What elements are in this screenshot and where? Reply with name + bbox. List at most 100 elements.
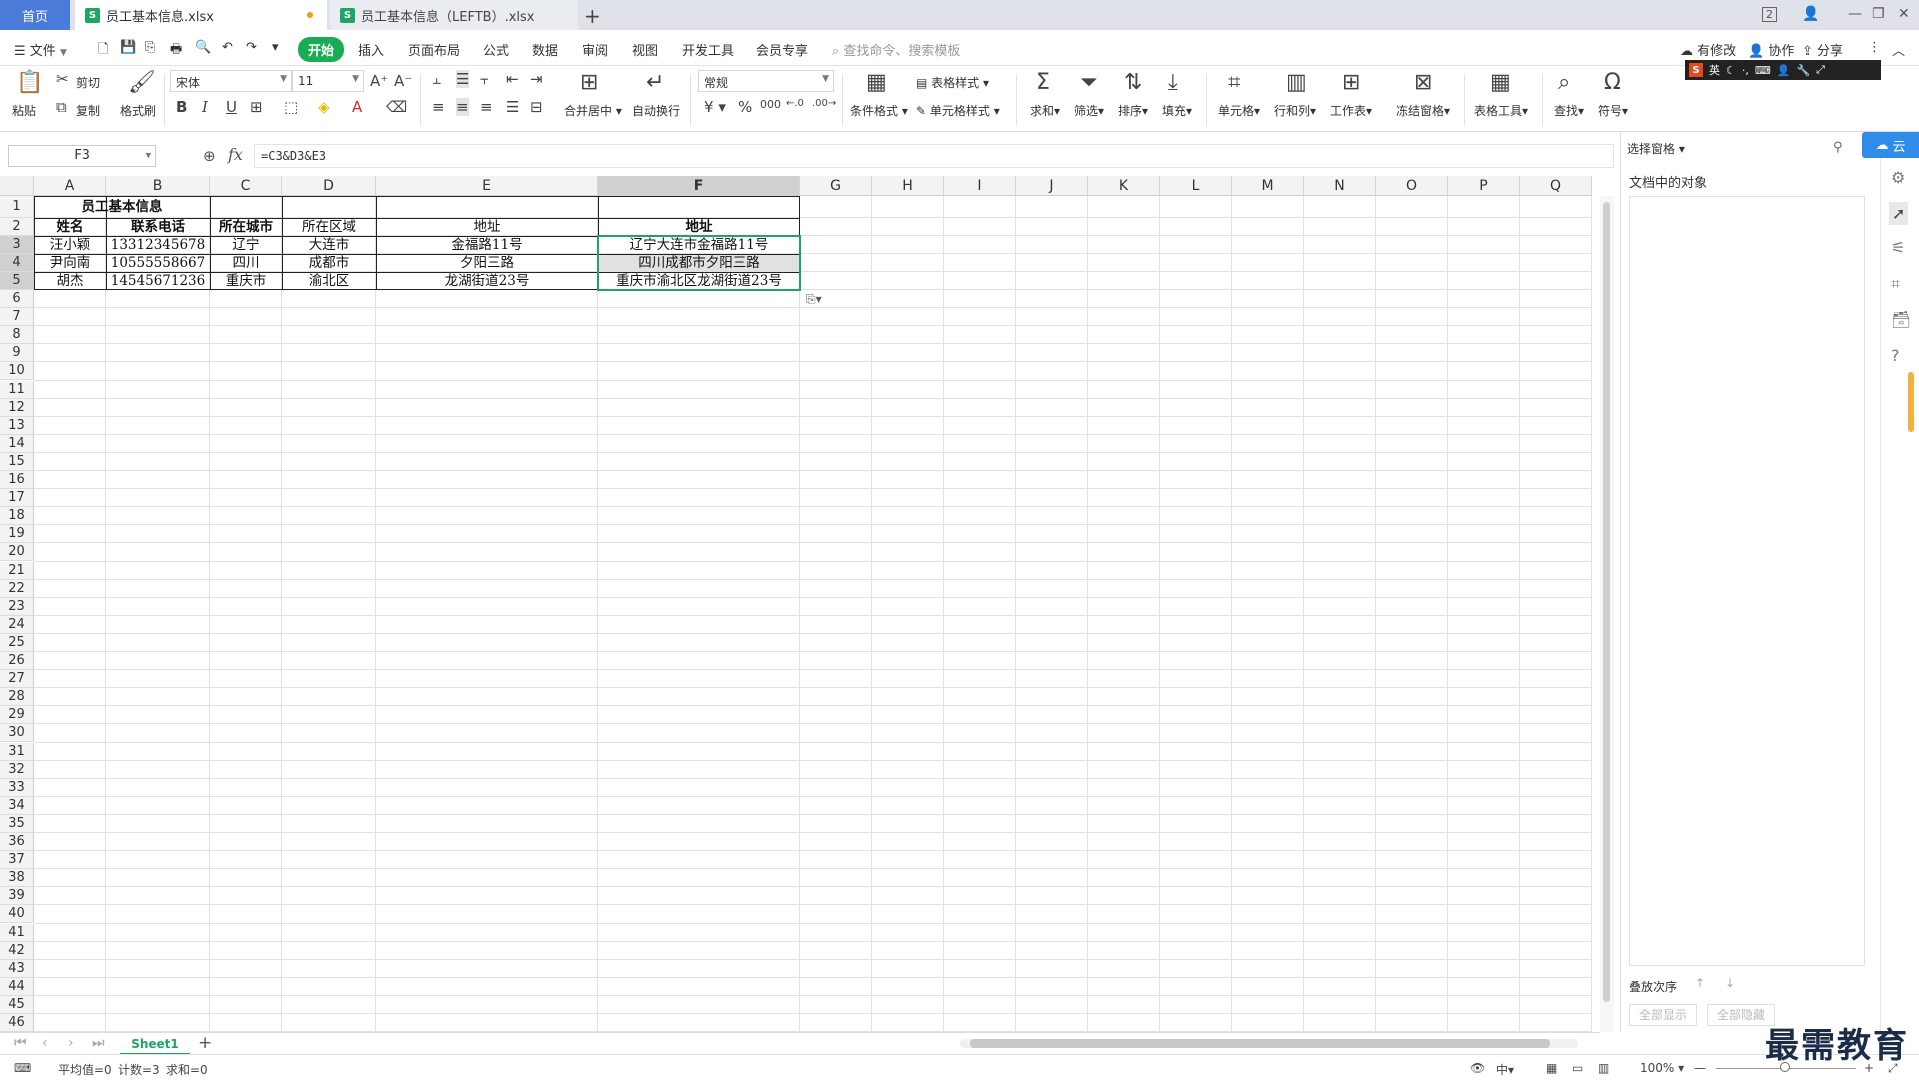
normal-view-icon[interactable]: ▦ bbox=[1546, 1061, 1557, 1075]
zoom-level[interactable]: 100% ▾ bbox=[1640, 1061, 1684, 1075]
find-icon[interactable]: ⌕ bbox=[1558, 72, 1570, 94]
cell-A5[interactable]: 胡杰 bbox=[34, 272, 106, 290]
fill-color-icon[interactable]: ◈ bbox=[318, 98, 330, 116]
indent-decrease-icon[interactable]: ⇤ bbox=[506, 70, 519, 88]
find-button[interactable]: 查找▾ bbox=[1554, 102, 1584, 119]
formula-input[interactable]: =C3&D3&E3 bbox=[254, 144, 1614, 168]
minimize-icon[interactable]: — bbox=[1848, 6, 1862, 22]
prev-sheet-icon[interactable]: ‹ bbox=[42, 1035, 48, 1051]
print-icon[interactable]: 🖶 bbox=[170, 40, 182, 62]
row-header-12[interactable]: 12 bbox=[0, 398, 34, 417]
new-tab-button[interactable]: + bbox=[584, 4, 601, 28]
cell-E5[interactable]: 龙湖街道23号 bbox=[376, 272, 598, 290]
font-decrease-icon[interactable]: A⁻ bbox=[394, 72, 412, 90]
cell-C3[interactable]: 辽宁 bbox=[210, 236, 282, 254]
row-header-38[interactable]: 38 bbox=[0, 869, 34, 888]
cell-C5[interactable]: 重庆市 bbox=[210, 272, 282, 290]
collapse-ribbon-icon[interactable]: ︿ bbox=[1892, 40, 1905, 59]
menu-data[interactable]: 数据 bbox=[532, 40, 558, 59]
freeze-pane-icon[interactable]: ⊠ bbox=[1414, 72, 1432, 94]
new-doc-icon[interactable]: 🗋 bbox=[98, 40, 108, 62]
format-painter-button[interactable]: 格式刷 bbox=[120, 102, 156, 119]
column-header-I[interactable]: I bbox=[944, 176, 1016, 196]
column-header-O[interactable]: O bbox=[1376, 176, 1448, 196]
worksheet-icon[interactable]: ⊞ bbox=[1342, 72, 1360, 94]
cell-style-button[interactable]: ✎ 单元格样式 ▾ bbox=[916, 102, 1000, 119]
help-icon[interactable]: ? bbox=[1891, 346, 1900, 365]
save-icon[interactable]: 💾 bbox=[120, 40, 136, 55]
page-count-icon[interactable]: 2 bbox=[1762, 7, 1777, 22]
row-header-36[interactable]: 36 bbox=[0, 833, 34, 852]
column-header-L[interactable]: L bbox=[1160, 176, 1232, 196]
merge-center-button[interactable]: 合并居中 ▾ bbox=[564, 102, 622, 119]
column-header-P[interactable]: P bbox=[1448, 176, 1520, 196]
row-header-28[interactable]: 28 bbox=[0, 688, 34, 707]
row-col-icon[interactable]: ▥ bbox=[1286, 72, 1307, 94]
row-header-8[interactable]: 8 bbox=[0, 326, 34, 345]
first-sheet-icon[interactable]: ⏮ bbox=[14, 1035, 27, 1051]
row-header-1[interactable]: 1 bbox=[0, 196, 34, 218]
row-col-button[interactable]: 行和列▾ bbox=[1274, 102, 1316, 119]
column-header-M[interactable]: M bbox=[1232, 176, 1304, 196]
cell-B3[interactable]: 13312345678 bbox=[106, 236, 210, 254]
moon-icon[interactable]: ☾ bbox=[1726, 64, 1736, 77]
print-preview-icon[interactable]: 🔍 bbox=[195, 40, 211, 55]
add-sheet-button[interactable]: + bbox=[198, 1033, 212, 1053]
increase-decimal-icon[interactable]: ←.0 bbox=[786, 98, 804, 109]
cell-D3[interactable]: 大连市 bbox=[282, 236, 376, 254]
cell-icon[interactable]: ⌗ bbox=[1228, 72, 1240, 94]
punctuation-icon[interactable]: ·, bbox=[1742, 64, 1749, 77]
cell-title[interactable]: 员工基本信息 bbox=[34, 196, 210, 218]
row-header-29[interactable]: 29 bbox=[0, 706, 34, 725]
user-icon[interactable]: 👤 bbox=[1777, 64, 1791, 77]
row-header-22[interactable]: 22 bbox=[0, 579, 34, 598]
column-header-E[interactable]: E bbox=[376, 176, 598, 196]
row-header-4[interactable]: 4 bbox=[0, 254, 34, 272]
italic-button[interactable]: I bbox=[202, 98, 208, 116]
row-header-9[interactable]: 9 bbox=[0, 344, 34, 363]
column-header-C[interactable]: C bbox=[210, 176, 282, 196]
row-header-25[interactable]: 25 bbox=[0, 633, 34, 652]
font-increase-icon[interactable]: A⁺ bbox=[370, 72, 388, 90]
command-search[interactable]: ⌕ 查找命令、搜索模板 bbox=[832, 40, 960, 59]
name-box[interactable]: F3 ▼ bbox=[8, 145, 156, 167]
table-style-button[interactable]: ▤ 表格样式 ▾ bbox=[916, 74, 989, 91]
font-size-select[interactable]: 11 ▼ bbox=[292, 70, 364, 92]
column-header-J[interactable]: J bbox=[1016, 176, 1088, 196]
spreadsheet-grid[interactable]: ABCDEFGHIJKLMNOPQ 1 2 3 4 5 6 7 8 9 10 11 12 13 14 15 1… bbox=[0, 176, 1600, 1032]
sum-icon[interactable]: Σ bbox=[1036, 72, 1050, 94]
row-header-15[interactable]: 15 bbox=[0, 452, 34, 471]
menu-member[interactable]: 会员专享 bbox=[756, 40, 808, 59]
gear-icon[interactable]: ⚙ bbox=[1891, 168, 1905, 187]
tab-home[interactable]: 首页 bbox=[0, 0, 70, 30]
row-header-26[interactable]: 26 bbox=[0, 652, 34, 671]
cell-header-E[interactable]: 地址 bbox=[376, 218, 598, 236]
cursor-icon[interactable]: ➚ bbox=[1889, 202, 1909, 225]
row-header-21[interactable]: 21 bbox=[0, 561, 34, 580]
distribute-icon[interactable]: ⊟ bbox=[530, 98, 543, 116]
crop-icon[interactable]: ⌗ bbox=[1891, 274, 1900, 294]
column-header-H[interactable]: H bbox=[872, 176, 944, 196]
row-header-33[interactable]: 33 bbox=[0, 778, 34, 797]
align-bottom-icon[interactable]: ⫟ bbox=[480, 70, 489, 88]
eraser-icon[interactable]: ⌫ bbox=[386, 98, 407, 116]
insert-function-button[interactable]: fx bbox=[228, 145, 243, 164]
paste-options-icon[interactable]: ⎘▾ bbox=[806, 292, 822, 307]
cloud-button[interactable]: ☁ 云 bbox=[1862, 132, 1919, 158]
expand-icon[interactable]: ⤢ bbox=[1816, 63, 1825, 77]
row-header-40[interactable]: 40 bbox=[0, 905, 34, 924]
row-header-39[interactable]: 39 bbox=[0, 887, 34, 906]
wrench-icon[interactable]: 🔧 bbox=[1796, 64, 1810, 77]
cell-B4[interactable]: 10555558667 bbox=[106, 254, 210, 272]
horizontal-scrollbar[interactable] bbox=[960, 1039, 1578, 1048]
row-header-11[interactable]: 11 bbox=[0, 380, 34, 399]
align-top-icon[interactable]: ⫠ bbox=[432, 70, 441, 88]
filter-icon[interactable]: ⏷ bbox=[1080, 72, 1098, 94]
row-header-27[interactable]: 27 bbox=[0, 670, 34, 689]
symbol-icon[interactable]: Ω bbox=[1604, 72, 1621, 94]
column-header-N[interactable]: N bbox=[1304, 176, 1376, 196]
format-painter-icon[interactable]: 🖌 bbox=[128, 72, 156, 94]
column-header-B[interactable]: B bbox=[106, 176, 210, 196]
thousands-button[interactable]: 000 bbox=[760, 98, 781, 111]
menu-view[interactable]: 视图 bbox=[632, 40, 658, 59]
